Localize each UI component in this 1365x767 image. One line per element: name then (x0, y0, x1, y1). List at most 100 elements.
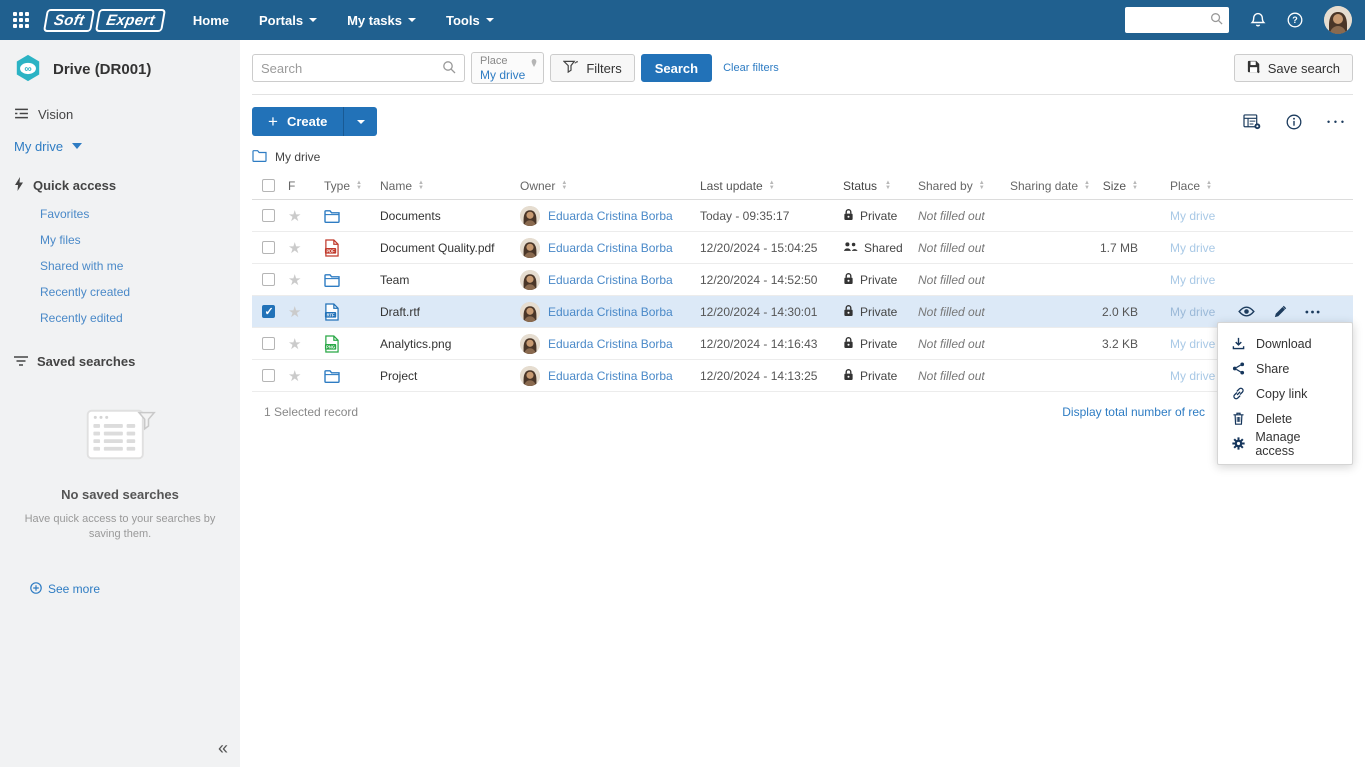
search-input[interactable] (261, 61, 442, 76)
header-owner[interactable]: Owner (520, 179, 700, 193)
filter-lines-icon (14, 354, 28, 369)
table-body: Documents Eduarda Cristina Borba Today -… (252, 200, 1353, 392)
nav-menu-item[interactable]: Portals (244, 0, 332, 40)
sidebar-item-my-drive[interactable]: My drive (0, 133, 240, 159)
row-checkbox[interactable] (262, 273, 275, 286)
owner-avatar (520, 238, 540, 258)
context-menu-item[interactable]: Manage access (1218, 431, 1352, 456)
row-checkbox[interactable] (262, 369, 275, 382)
row-checkbox[interactable] (262, 209, 275, 222)
favorite-star-icon[interactable] (288, 303, 301, 321)
notifications-bell-icon[interactable] (1250, 12, 1266, 28)
favorite-star-icon[interactable] (288, 207, 301, 225)
svg-text:∞: ∞ (24, 64, 31, 75)
shared-by: Not filled out (918, 369, 1010, 383)
help-icon[interactable]: ? (1287, 12, 1303, 28)
place-link[interactable]: My drive (1170, 273, 1215, 287)
favorite-star-icon[interactable] (288, 239, 301, 257)
table-row[interactable]: PNG Analytics.png Eduarda Cristina Borba… (252, 328, 1353, 360)
info-icon[interactable] (1286, 114, 1302, 130)
navbar-search-input[interactable] (1131, 13, 1210, 27)
more-options-icon[interactable] (1327, 117, 1345, 127)
search-button[interactable]: Search (641, 54, 712, 82)
place-link[interactable]: My drive (1170, 369, 1215, 383)
owner-avatar (520, 366, 540, 386)
display-total-link[interactable]: Display total number of rec (1062, 405, 1205, 419)
softexpert-logo[interactable]: Soft Expert (43, 9, 166, 32)
header-size[interactable]: Size (1090, 179, 1138, 193)
quick-access-link-my-files[interactable]: My files (40, 227, 240, 253)
nav-item-label: Home (193, 13, 229, 28)
sidebar-item-vision[interactable]: Vision (0, 101, 240, 127)
header-shared-by[interactable]: Shared by (918, 179, 1010, 193)
header-status[interactable]: Status (843, 179, 918, 193)
empty-state-description: Have quick access to your searches by sa… (20, 512, 220, 542)
row-checkbox[interactable] (262, 241, 275, 254)
table-row[interactable]: Team Eduarda Cristina Borba 12/20/2024 -… (252, 264, 1353, 296)
quick-access-link-recently-edited[interactable]: Recently edited (40, 305, 240, 331)
clear-filters-link[interactable]: Clear filters (723, 62, 779, 74)
my-drive-link[interactable]: My drive (14, 139, 63, 154)
table-settings-icon[interactable] (1243, 114, 1261, 130)
create-dropdown-button[interactable] (343, 107, 377, 136)
apps-grid-icon[interactable] (13, 12, 29, 28)
empty-searches-illustration (82, 453, 158, 467)
table-row[interactable]: PDF Document Quality.pdf Eduarda Cristin… (252, 232, 1353, 264)
table-row[interactable]: RTF Draft.rtf Eduarda Cristina Borba 12/… (252, 296, 1353, 328)
svg-text:RTF: RTF (327, 312, 335, 317)
user-avatar[interactable] (1324, 6, 1352, 34)
owner-link[interactable]: Eduarda Cristina Borba (548, 209, 673, 223)
place-filter-chip[interactable]: Place My drive (471, 52, 544, 84)
file-type-cell (322, 369, 380, 383)
see-more-link[interactable]: See more (30, 582, 240, 597)
file-name: Team (380, 273, 520, 287)
place-link[interactable]: My drive (1170, 337, 1215, 351)
table-row[interactable]: Project Eduarda Cristina Borba 12/20/202… (252, 360, 1353, 392)
header-place[interactable]: Place (1138, 179, 1222, 193)
owner-link[interactable]: Eduarda Cristina Borba (548, 273, 673, 287)
nav-menu-item[interactable]: Tools (431, 0, 509, 40)
context-menu-item[interactable]: Copy link (1218, 381, 1352, 406)
nav-menu-item[interactable]: Home (178, 0, 244, 40)
header-last-update[interactable]: Last update (700, 179, 843, 193)
row-checkbox[interactable] (262, 337, 275, 350)
owner-link[interactable]: Eduarda Cristina Borba (548, 337, 673, 351)
collapse-sidebar-icon[interactable] (218, 738, 228, 759)
select-all-checkbox[interactable] (262, 179, 275, 192)
pencil-icon[interactable] (1273, 305, 1287, 319)
context-menu-item[interactable]: Download (1218, 331, 1352, 356)
place-link[interactable]: My drive (1170, 305, 1215, 319)
favorite-star-icon[interactable] (288, 367, 301, 385)
download-icon (1231, 337, 1246, 350)
header-type[interactable]: Type (322, 179, 380, 193)
eye-icon[interactable] (1238, 306, 1255, 317)
quick-access-link-recently-created[interactable]: Recently created (40, 279, 240, 305)
row-checkbox[interactable] (262, 305, 275, 318)
save-search-button[interactable]: Save search (1234, 54, 1353, 82)
sort-icon (979, 181, 985, 190)
table-row[interactable]: Documents Eduarda Cristina Borba Today -… (252, 200, 1353, 232)
menu-item-label: Copy link (1256, 387, 1307, 401)
svg-text:PNG: PNG (326, 344, 335, 349)
favorite-star-icon[interactable] (288, 271, 301, 289)
sidebar: ∞ Drive (DR001) Vision My drive Quick ac… (0, 40, 240, 767)
context-menu-item[interactable]: Delete (1218, 406, 1352, 431)
place-link[interactable]: My drive (1170, 209, 1215, 223)
filters-button[interactable]: Filters (550, 54, 634, 82)
quick-access-link-favorites[interactable]: Favorites (40, 201, 240, 227)
folder-icon (324, 369, 340, 383)
header-name[interactable]: Name (380, 179, 520, 193)
create-button[interactable]: Create (252, 107, 343, 136)
owner-link[interactable]: Eduarda Cristina Borba (548, 305, 673, 319)
ellipsis-icon[interactable] (1305, 310, 1320, 314)
nav-menu-item[interactable]: My tasks (332, 0, 431, 40)
owner-link[interactable]: Eduarda Cristina Borba (548, 369, 673, 383)
place-link[interactable]: My drive (1170, 241, 1215, 255)
context-menu-item[interactable]: Share (1218, 356, 1352, 381)
file-type-cell: RTF (322, 303, 380, 321)
favorite-star-icon[interactable] (288, 335, 301, 353)
quick-access-link-shared-with-me[interactable]: Shared with me (40, 253, 240, 279)
header-sharing-date[interactable]: Sharing date (1010, 179, 1090, 193)
owner-link[interactable]: Eduarda Cristina Borba (548, 241, 673, 255)
breadcrumb-folder-label[interactable]: My drive (275, 150, 320, 164)
